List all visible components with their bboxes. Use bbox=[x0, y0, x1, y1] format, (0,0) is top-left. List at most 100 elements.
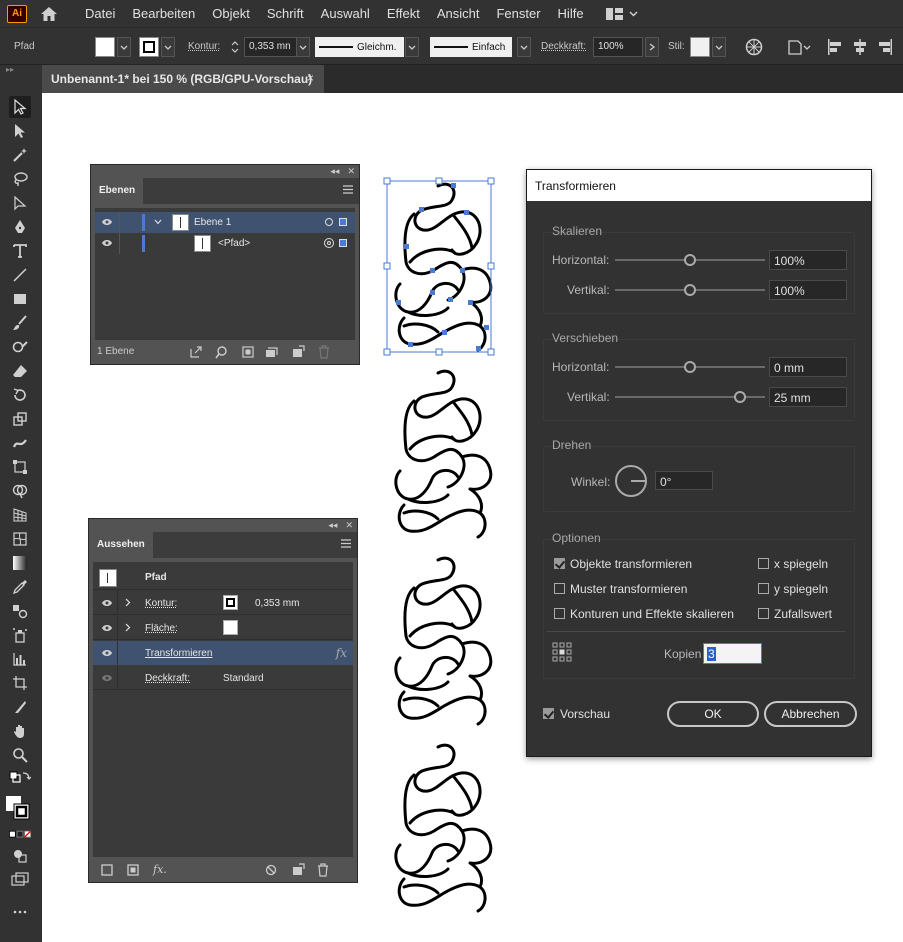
add-fill-icon[interactable] bbox=[127, 864, 139, 876]
reference-point-icon[interactable] bbox=[552, 642, 572, 662]
rotate-tool[interactable] bbox=[9, 384, 31, 406]
random-label[interactable]: Zufallswert bbox=[774, 607, 832, 621]
scale-vertical-input[interactable]: 100% bbox=[769, 280, 847, 300]
eye-icon[interactable] bbox=[101, 649, 113, 657]
home-icon[interactable] bbox=[39, 5, 59, 23]
transform-objects-checkbox[interactable] bbox=[554, 558, 565, 569]
fill-dropdown[interactable] bbox=[117, 37, 131, 57]
ok-button[interactable]: OK bbox=[667, 701, 759, 727]
slice-tool[interactable] bbox=[9, 696, 31, 718]
gradient-tool[interactable] bbox=[9, 552, 31, 574]
free-transform-tool[interactable] bbox=[9, 456, 31, 478]
angle-dial-icon[interactable] bbox=[614, 464, 648, 498]
reflect-x-label[interactable]: x spiegeln bbox=[774, 557, 828, 571]
lock-column[interactable] bbox=[119, 233, 120, 254]
align-right-icon[interactable] bbox=[876, 37, 894, 57]
eye-icon[interactable] bbox=[101, 624, 113, 632]
scale-tool[interactable] bbox=[9, 408, 31, 430]
brush-definition[interactable]: Einfach bbox=[430, 37, 512, 57]
default-colors-tool[interactable] bbox=[9, 771, 31, 793]
collapse-panel-icon[interactable]: ◂◂ bbox=[330, 166, 339, 177]
eyedropper-tool[interactable] bbox=[9, 576, 31, 598]
line-segment-tool[interactable] bbox=[9, 264, 31, 286]
appearance-opacity-row[interactable]: Deckkraft: Standard bbox=[93, 666, 353, 690]
new-sublayer-icon[interactable] bbox=[265, 345, 279, 359]
panel-menu-icon[interactable] bbox=[343, 185, 353, 194]
layer-name[interactable]: Ebene 1 bbox=[194, 217, 231, 228]
transform-objects-label[interactable]: Objekte transformieren bbox=[570, 557, 692, 571]
delete-icon[interactable] bbox=[317, 863, 329, 877]
eye-icon[interactable] bbox=[101, 239, 113, 247]
opacity-input[interactable]: 100% bbox=[593, 37, 643, 57]
stroke-swatch[interactable] bbox=[139, 37, 159, 57]
appearance-transform-effect-row[interactable]: Transformieren fx bbox=[93, 641, 353, 665]
menu-datei[interactable]: Datei bbox=[85, 6, 115, 21]
selection-tool[interactable] bbox=[9, 96, 31, 118]
target-icon[interactable] bbox=[325, 218, 333, 226]
stepper-icon[interactable] bbox=[229, 38, 241, 56]
symbol-sprayer-tool[interactable] bbox=[9, 624, 31, 646]
pen-subselect-tool[interactable] bbox=[9, 192, 31, 214]
drawing-mode-tool[interactable] bbox=[9, 845, 31, 867]
fill-color-swatch[interactable] bbox=[223, 620, 238, 635]
close-panel-icon[interactable]: ✕ bbox=[345, 520, 353, 531]
eye-icon[interactable] bbox=[101, 674, 113, 682]
collapse-panel-icon[interactable]: ◂◂ bbox=[328, 520, 337, 531]
move-vertical-input[interactable]: 25 mm bbox=[769, 387, 847, 407]
pen-tool[interactable] bbox=[9, 216, 31, 238]
menu-auswahl[interactable]: Auswahl bbox=[321, 6, 370, 21]
preview-label[interactable]: Vorschau bbox=[560, 707, 610, 721]
clear-appearance-icon[interactable] bbox=[265, 864, 277, 876]
add-effect-icon[interactable]: fx. bbox=[153, 863, 167, 876]
brush-dropdown[interactable] bbox=[517, 37, 531, 57]
chevron-right-icon[interactable] bbox=[125, 623, 131, 632]
paintbrush-tool[interactable] bbox=[9, 312, 31, 334]
stroke-color-swatch[interactable] bbox=[223, 595, 238, 610]
chevron-right-icon[interactable] bbox=[125, 598, 131, 607]
reflect-y-label[interactable]: y spiegeln bbox=[774, 582, 828, 596]
transform-patterns-checkbox[interactable] bbox=[554, 583, 565, 594]
chevron-down-icon[interactable] bbox=[154, 219, 162, 225]
scale-horizontal-input[interactable]: 100% bbox=[769, 250, 847, 270]
menu-schrift[interactable]: Schrift bbox=[267, 6, 304, 21]
move-vertical-knob[interactable] bbox=[733, 391, 746, 403]
zoom-tool[interactable] bbox=[9, 744, 31, 766]
add-stroke-icon[interactable] bbox=[101, 864, 113, 876]
menu-bearbeiten[interactable]: Bearbeiten bbox=[132, 6, 195, 21]
close-tab-icon[interactable]: × bbox=[307, 71, 314, 85]
duplicate-item-icon[interactable] bbox=[291, 863, 305, 877]
style-dropdown[interactable] bbox=[712, 37, 726, 57]
stroke-label[interactable]: Kontur: bbox=[145, 598, 177, 609]
magic-wand-tool[interactable] bbox=[9, 144, 31, 166]
toolbar-grip[interactable]: ▸▸ bbox=[0, 65, 42, 75]
scale-strokes-label[interactable]: Konturen und Effekte skalieren bbox=[570, 607, 734, 621]
shaper-tool[interactable] bbox=[9, 336, 31, 358]
appearance-fill-row[interactable]: Fläche: bbox=[93, 616, 353, 640]
workspace-switcher-icon[interactable] bbox=[605, 5, 639, 23]
stroke-weight-label[interactable]: Kontur: bbox=[188, 41, 220, 52]
stroke-dropdown[interactable] bbox=[161, 37, 175, 57]
hand-tool[interactable] bbox=[9, 720, 31, 742]
shape-builder-tool[interactable] bbox=[9, 480, 31, 502]
menu-effekt[interactable]: Effekt bbox=[387, 6, 420, 21]
artboard-tool[interactable] bbox=[9, 672, 31, 694]
rotate-angle-input[interactable]: 0° bbox=[655, 471, 713, 490]
random-checkbox[interactable] bbox=[758, 608, 769, 619]
opacity-label[interactable]: Deckkraft: bbox=[145, 673, 190, 684]
eraser-tool[interactable] bbox=[9, 360, 31, 382]
path-name[interactable]: <Pfad> bbox=[218, 238, 250, 249]
menu-ansicht[interactable]: Ansicht bbox=[437, 6, 480, 21]
perspective-grid-tool[interactable] bbox=[9, 504, 31, 526]
direct-selection-tool[interactable] bbox=[9, 120, 31, 142]
selected-path-original[interactable] bbox=[383, 177, 495, 356]
transform-effect-link[interactable]: Transformieren bbox=[145, 648, 212, 659]
transform-patterns-label[interactable]: Muster transformieren bbox=[570, 582, 687, 596]
document-setup-icon[interactable] bbox=[786, 37, 812, 57]
scale-horizontal-knob[interactable] bbox=[684, 254, 696, 266]
close-panel-icon[interactable]: ✕ bbox=[347, 166, 355, 177]
new-layer-icon[interactable] bbox=[291, 345, 305, 359]
eye-icon[interactable] bbox=[101, 218, 113, 226]
variable-width-profile[interactable]: Gleichm. bbox=[315, 37, 404, 57]
stroke-weight-dropdown[interactable] bbox=[296, 37, 310, 57]
fill-label[interactable]: Fläche: bbox=[145, 623, 178, 634]
